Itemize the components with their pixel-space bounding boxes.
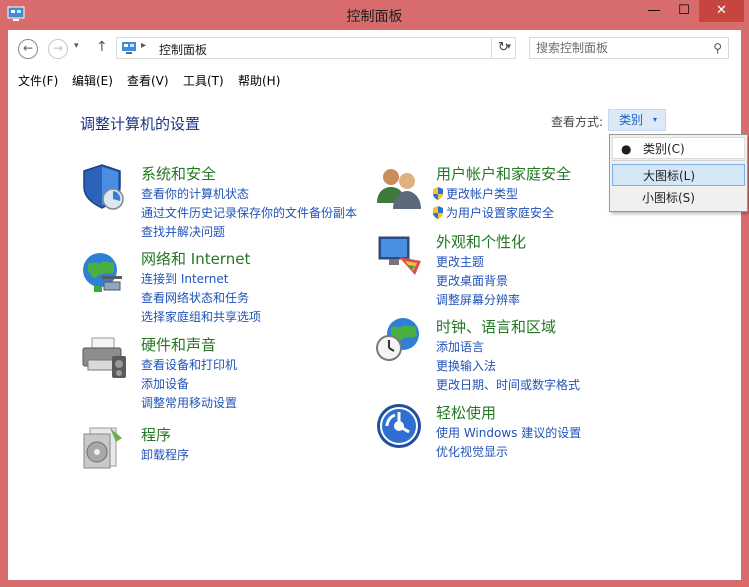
control-panel-icon bbox=[122, 42, 136, 54]
breadcrumb-separator-icon[interactable]: ▸ bbox=[141, 40, 146, 51]
printer-icon bbox=[82, 337, 126, 378]
category-appearance: 外观和个性化 更改主题 更改桌面背景 调整屏幕分辨率 bbox=[375, 231, 675, 307]
category-link[interactable]: 使用 Windows 建议的设置 bbox=[436, 424, 581, 441]
category-title[interactable]: 用户帐户和家庭安全 bbox=[436, 163, 571, 184]
category-link[interactable]: 查看你的计算机状态 bbox=[141, 185, 249, 202]
category-link[interactable]: 调整屏幕分辨率 bbox=[436, 291, 520, 308]
maximize-button[interactable]: ☐ bbox=[670, 0, 698, 22]
view-by-option-category[interactable]: ● 类别(C) bbox=[612, 137, 745, 159]
option-label: 小图标(S) bbox=[642, 191, 695, 205]
menu-help[interactable]: 帮助(H) bbox=[238, 72, 280, 89]
view-by-option-large-icons[interactable]: 大图标(L) bbox=[612, 164, 745, 186]
baidu-watermark-url: jingyan.baidu.com bbox=[580, 533, 673, 544]
category-link[interactable]: 更换输入法 bbox=[436, 357, 496, 374]
menu-view[interactable]: 查看(V) bbox=[127, 72, 169, 89]
category-link[interactable]: 优化视觉显示 bbox=[436, 443, 508, 460]
category-link[interactable]: 查看网络状态和任务 bbox=[141, 289, 249, 306]
category-title[interactable]: 网络和 Internet bbox=[141, 248, 250, 269]
recent-locations-dropdown[interactable]: ▾ bbox=[74, 41, 79, 51]
category-link-text[interactable]: 更改帐户类型 bbox=[446, 187, 518, 201]
category-link[interactable]: 更改桌面背景 bbox=[436, 272, 508, 289]
back-button[interactable]: ← bbox=[18, 39, 38, 59]
category-link-text[interactable]: 为用户设置家庭安全 bbox=[446, 206, 554, 220]
view-by-menu: ● 类别(C) 大图标(L) 小图标(S) bbox=[609, 134, 748, 212]
category-title[interactable]: 时钟、语言和区域 bbox=[436, 316, 556, 337]
category-hardware-sound: 硬件和声音 查看设备和打印机 添加设备 调整常用移动设置 bbox=[80, 334, 380, 410]
category-link[interactable]: 添加设备 bbox=[141, 375, 189, 392]
view-by-label: 查看方式: bbox=[551, 115, 604, 129]
category-link[interactable]: 通过文件历史记录保存你的文件备份副本 bbox=[141, 204, 357, 221]
shield-icon bbox=[83, 164, 124, 210]
display-palette-icon bbox=[378, 236, 421, 275]
view-by-value: 类别 bbox=[619, 113, 644, 127]
forward-button[interactable]: → bbox=[48, 39, 68, 59]
navigation-bar: ← → ▾ ↑ ▸ 控制面板 ▾ ↻ ⚲ bbox=[8, 30, 741, 66]
option-label: 大图标(L) bbox=[643, 169, 696, 183]
menu-file[interactable]: 文件(F) bbox=[18, 72, 58, 89]
address-bar[interactable]: ▸ 控制面板 ▾ bbox=[116, 37, 516, 59]
category-link[interactable]: 选择家庭组和共享选项 bbox=[141, 308, 261, 325]
uac-shield-icon bbox=[433, 206, 443, 219]
close-button[interactable]: ✕ bbox=[699, 0, 744, 22]
users-icon bbox=[377, 169, 421, 209]
category-link[interactable]: 更改帐户类型 bbox=[432, 185, 518, 202]
menu-separator bbox=[612, 160, 745, 161]
title-bar[interactable]: 控制面板 — ☐ ✕ bbox=[0, 0, 749, 30]
menu-edit[interactable]: 编辑(E) bbox=[72, 72, 113, 89]
control-panel-window: 控制面板 — ☐ ✕ ← → ▾ ↑ ▸ 控制面板 ▾ ↻ 搜索控制面板 ⚲ 文… bbox=[0, 0, 749, 587]
category-network-internet: 网络和 Internet 连接到 Internet 查看网络状态和任务 选择家庭… bbox=[80, 248, 380, 324]
page-title: 调整计算机的设置 bbox=[80, 115, 201, 133]
view-by-dropdown[interactable]: 类别 ▾ bbox=[608, 109, 666, 131]
category-title[interactable]: 轻松使用 bbox=[436, 402, 496, 423]
window-title: 控制面板 bbox=[346, 9, 403, 25]
up-button[interactable]: ↑ bbox=[96, 39, 108, 55]
category-title[interactable]: 系统和安全 bbox=[141, 163, 216, 184]
selected-bullet-icon: ● bbox=[621, 142, 632, 156]
minimize-button[interactable]: — bbox=[640, 0, 668, 22]
category-system-security: 系统和安全 查看你的计算机状态 通过文件历史记录保存你的文件备份副本 查找并解决… bbox=[80, 163, 380, 239]
category-link[interactable]: 更改主题 bbox=[436, 253, 484, 270]
category-ease-of-access: 轻松使用 使用 Windows 建议的设置 优化视觉显示 bbox=[375, 402, 675, 462]
category-link[interactable]: 为用户设置家庭安全 bbox=[432, 204, 554, 221]
menu-bar: 文件(F) 编辑(E) 查看(V) 工具(T) 帮助(H) bbox=[8, 67, 741, 92]
category-link[interactable]: 卸载程序 bbox=[141, 446, 189, 463]
programs-icon bbox=[83, 427, 122, 469]
category-clock-language: 时钟、语言和区域 添加语言 更换输入法 更改日期、时间或数字格式 bbox=[375, 316, 675, 392]
category-title[interactable]: 硬件和声音 bbox=[141, 334, 216, 355]
category-programs: 程序 卸载程序 bbox=[80, 424, 380, 474]
category-title[interactable]: 程序 bbox=[141, 424, 171, 445]
category-link[interactable]: 调整常用移动设置 bbox=[141, 394, 237, 411]
category-link[interactable]: 添加语言 bbox=[436, 338, 484, 355]
search-input[interactable] bbox=[536, 41, 701, 55]
view-by-option-small-icons[interactable]: 小图标(S) bbox=[612, 187, 745, 209]
search-box[interactable]: ⚲ bbox=[529, 37, 729, 59]
category-title[interactable]: 外观和个性化 bbox=[436, 231, 526, 252]
menu-tools[interactable]: 工具(T) bbox=[183, 72, 224, 89]
option-label: 类别(C) bbox=[643, 142, 685, 156]
breadcrumb-control-panel[interactable]: 控制面板 bbox=[159, 41, 207, 58]
chevron-down-icon: ▾ bbox=[652, 115, 657, 124]
category-link[interactable]: 更改日期、时间或数字格式 bbox=[436, 376, 580, 393]
category-link[interactable]: 查看设备和打印机 bbox=[141, 356, 237, 373]
ease-of-access-icon bbox=[377, 404, 421, 448]
search-icon[interactable]: ⚲ bbox=[713, 41, 722, 55]
category-link[interactable]: 查找并解决问题 bbox=[141, 223, 225, 240]
network-globe-icon bbox=[83, 253, 122, 292]
category-link[interactable]: 连接到 Internet bbox=[141, 270, 228, 287]
refresh-button[interactable]: ↻ bbox=[491, 37, 516, 59]
window-client-area: ← → ▾ ↑ ▸ 控制面板 ▾ ↻ ⚲ 文件(F) bbox=[8, 30, 741, 580]
uac-shield-icon bbox=[433, 187, 443, 200]
clock-globe-icon bbox=[376, 318, 419, 361]
